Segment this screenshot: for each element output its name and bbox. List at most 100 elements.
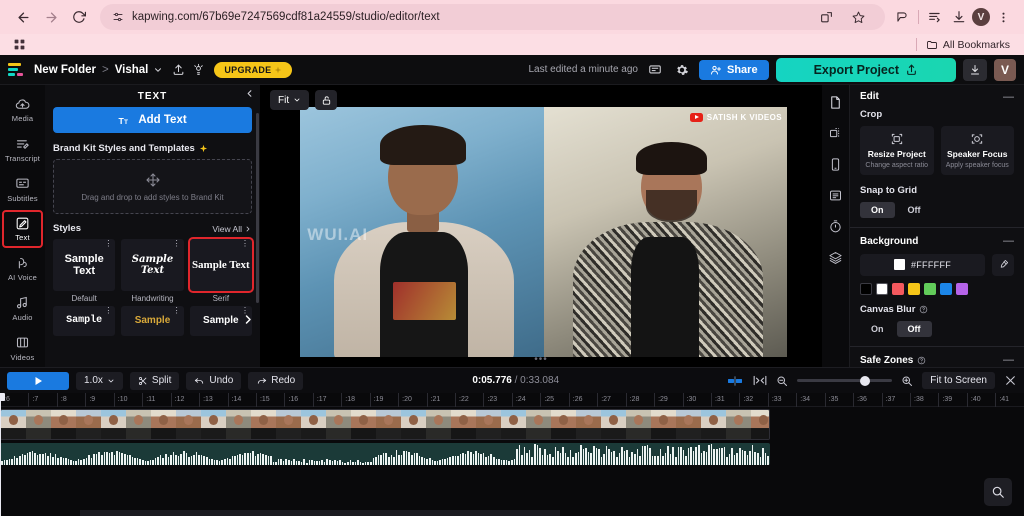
sidebar-item-videos[interactable]: Videos [2,329,43,367]
brand-kit-dropzone[interactable]: Drag and drop to add styles to Brand Kit [53,159,252,214]
minus-icon[interactable]: — [1003,91,1014,102]
chevron-left-icon[interactable] [244,88,255,102]
sidebar-item-text[interactable]: Text [2,210,43,248]
swatch-red[interactable] [892,282,904,295]
audio-waveform-track[interactable] [0,443,770,465]
play-button[interactable] [7,371,69,390]
minus-icon[interactable]: — [1003,355,1014,366]
snap-on-button[interactable]: On [860,201,895,218]
mobile-device-icon[interactable] [827,155,845,173]
apps-grid-icon[interactable] [10,36,28,54]
ripple-edit-icon[interactable] [728,375,744,386]
comment-icon[interactable] [645,60,665,80]
style-card-mono[interactable]: ⋮ Sample [53,306,116,336]
zoom-slider-knob[interactable] [859,375,870,386]
swatch-black[interactable] [860,282,872,295]
drag-handle-dots[interactable]: ••• [534,354,548,365]
download-button[interactable] [963,58,987,81]
layers-icon[interactable] [827,248,845,266]
search-icon[interactable] [984,478,1012,506]
kebab-menu-icon[interactable] [992,6,1014,28]
downloads-icon[interactable] [948,6,970,28]
playhead[interactable] [0,393,5,516]
reading-list-icon[interactable] [924,6,946,28]
style-card-default[interactable]: ⋮ Sample Text [53,239,116,291]
video-clip-track[interactable] [0,409,770,440]
sidebar-item-audio[interactable]: Audio [2,290,43,328]
forward-arrow-icon[interactable] [38,4,64,30]
crop-frame-icon[interactable] [827,124,845,142]
avatar[interactable]: V [994,58,1016,81]
sidebar-item-transcript[interactable]: Transcript [2,131,43,169]
swatch-green[interactable] [924,282,936,295]
video-preview[interactable]: WUI.AI SATISH K VIDEOS [300,107,787,357]
playback-speed-dropdown[interactable]: 1.0x [76,371,123,390]
zoom-fit-dropdown[interactable]: Fit [270,90,310,110]
resize-project-card[interactable]: Resize Project Change aspect ratio [860,126,934,175]
sidebar-item-ai-voice[interactable]: AI Voice [2,250,43,288]
sidebar-item-subtitles[interactable]: Subtitles [2,170,43,208]
split-label: Split [151,375,172,386]
background-color-input[interactable]: #FFFFFF [860,253,985,276]
kapwing-logo[interactable] [8,62,26,78]
chevron-right-icon[interactable] [242,314,254,329]
style-card-gold[interactable]: ⋮ Sample [121,306,184,336]
undo-button[interactable]: Undo [186,371,242,390]
kebab-menu-icon[interactable]: ⋮ [104,240,112,248]
style-card-serif[interactable]: ⋮ Sample Text [187,237,254,293]
snap-off-button[interactable]: Off [897,202,932,218]
share-button[interactable]: Share [698,59,769,80]
fit-to-screen-button[interactable]: Fit to Screen [922,372,995,389]
swatch-purple[interactable] [956,282,968,295]
style-card-handwriting[interactable]: ⋮ Sample Text [121,239,184,291]
waveform-bar [487,456,490,465]
all-bookmarks-button[interactable]: All Bookmarks [915,38,1014,51]
blur-off-button[interactable]: Off [896,320,932,337]
back-arrow-icon[interactable] [10,4,36,30]
panel-scrollbar[interactable] [256,113,259,303]
list-panel-icon[interactable] [827,186,845,204]
timeline-ruler[interactable]: :6:7:8:9:10:11:12:13:14:15:16:17:18:19:2… [0,393,1024,407]
swatch-blue[interactable] [940,282,952,295]
help-circle-icon[interactable] [919,305,928,314]
swatch-yellow[interactable] [908,282,920,295]
minus-icon[interactable]: — [1003,236,1014,247]
document-icon[interactable] [827,93,845,111]
kebab-menu-icon[interactable]: ⋮ [241,240,249,248]
fit-clips-icon[interactable] [753,375,767,386]
add-text-button[interactable]: TT Add Text [53,107,252,133]
help-circle-icon[interactable] [917,356,926,365]
breadcrumb-folder[interactable]: New Folder [34,64,96,76]
upload-icon[interactable] [168,60,188,80]
upgrade-button[interactable]: UPGRADE [214,61,293,78]
breadcrumb-project[interactable]: Vishal [115,64,149,76]
kebab-menu-icon[interactable]: ⋮ [173,307,181,315]
blur-on-button[interactable]: On [860,321,895,337]
unlock-icon[interactable] [315,90,338,110]
timeline-zoom-slider[interactable] [797,375,893,386]
kebab-menu-icon[interactable]: ⋮ [173,240,181,248]
view-all-button[interactable]: View All [212,224,252,234]
zoom-out-icon[interactable] [776,375,788,387]
install-app-icon[interactable] [815,6,837,28]
speaker-focus-card[interactable]: Speaker Focus Apply speaker focus [940,126,1014,175]
zoom-in-icon[interactable] [901,375,913,387]
star-icon[interactable] [847,6,869,28]
timeline[interactable]: :6:7:8:9:10:11:12:13:14:15:16:17:18:19:2… [0,393,1024,516]
browser-profile-avatar[interactable]: V [972,8,990,26]
eyedropper-icon[interactable] [992,253,1014,276]
sidebar-item-media[interactable]: Media [2,91,43,129]
kebab-menu-icon[interactable]: ⋮ [104,307,112,315]
export-project-button[interactable]: Export Project [775,57,956,82]
split-button[interactable]: Split [129,371,180,390]
reload-icon[interactable] [66,4,92,30]
redo-button[interactable]: Redo [248,371,304,390]
swatch-white[interactable] [876,282,888,295]
address-bar[interactable]: kapwing.com/67b69e7247569cdf81a24559/stu… [100,4,885,30]
extensions-icon[interactable] [891,6,913,28]
chevron-down-icon[interactable] [148,60,168,80]
brightness-icon[interactable] [188,60,208,80]
timer-icon[interactable] [827,217,845,235]
gear-icon[interactable] [672,60,692,80]
close-icon[interactable] [1004,374,1017,387]
